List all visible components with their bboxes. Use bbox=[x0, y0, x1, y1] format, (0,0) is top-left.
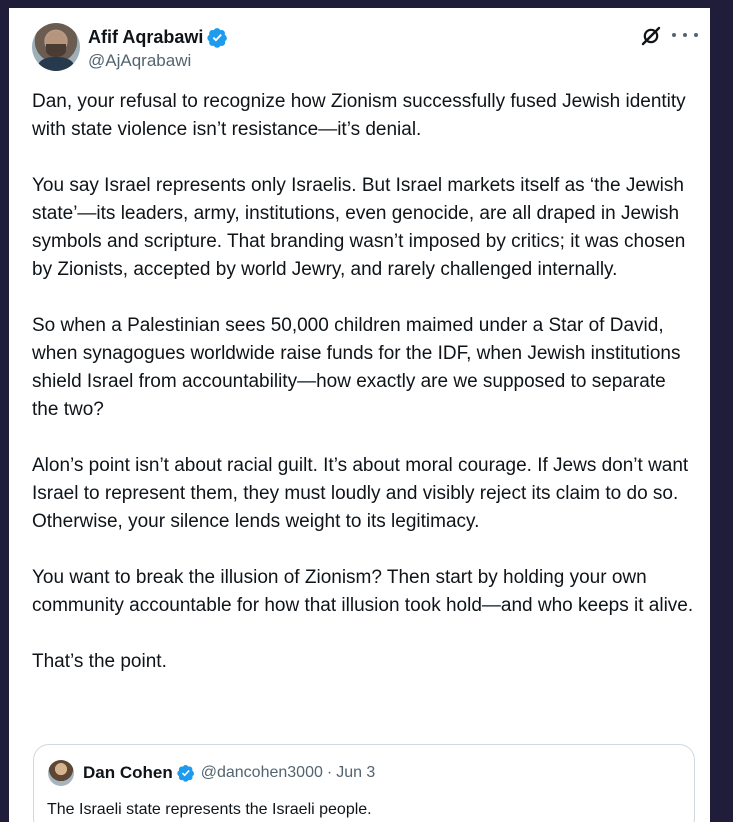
tweet-paragraph: That’s the point. bbox=[32, 651, 167, 672]
quoted-tweet-header: Dan Cohen @dancohen3000 · Jun 3 bbox=[83, 762, 375, 784]
grok-icon[interactable] bbox=[639, 24, 663, 48]
quoted-author-handle[interactable]: @dancohen3000 bbox=[201, 764, 323, 782]
tweet-paragraph: You want to break the illusion of Zionis… bbox=[32, 567, 694, 616]
tweet-paragraph: Dan, your refusal to recognize how Zioni… bbox=[32, 91, 686, 140]
tweet-card: Afif Aqrabawi @AjAqrabawi Dan, your refu… bbox=[9, 8, 710, 822]
quoted-author-avatar[interactable] bbox=[48, 760, 74, 786]
more-dot-icon bbox=[694, 33, 698, 37]
quoted-author-name[interactable]: Dan Cohen bbox=[83, 763, 173, 783]
quoted-verified-badge-icon bbox=[177, 764, 194, 782]
quoted-separator-dot: · bbox=[326, 764, 333, 781]
author-avatar[interactable] bbox=[32, 23, 80, 71]
avatar-beard bbox=[46, 44, 66, 57]
tweet-paragraph: So when a Palestinian sees 50,000 childr… bbox=[32, 315, 681, 420]
more-dot-icon bbox=[683, 33, 687, 37]
tweet-paragraph: You say Israel represents only Israelis.… bbox=[32, 175, 686, 280]
more-options-icon[interactable] bbox=[672, 25, 698, 45]
quoted-tweet-date[interactable]: Jun 3 bbox=[336, 764, 375, 782]
author-name-row: Afif Aqrabawi bbox=[88, 26, 228, 48]
quoted-tweet-card[interactable]: Dan Cohen @dancohen3000 · Jun 3 The Isra… bbox=[33, 744, 695, 822]
author-handle[interactable]: @AjAqrabawi bbox=[88, 51, 228, 71]
tweet-text: Dan, your refusal to recognize how Zioni… bbox=[32, 88, 697, 676]
verified-badge-icon bbox=[207, 27, 228, 48]
avatar-shirt bbox=[38, 57, 74, 71]
quoted-tweet-text: The Israeli state represents the Israeli… bbox=[47, 801, 372, 818]
author-display-name[interactable]: Afif Aqrabawi bbox=[88, 27, 203, 48]
tweet-paragraph: Alon’s point isn’t about racial guilt. I… bbox=[32, 455, 689, 532]
more-dot-icon bbox=[672, 33, 676, 37]
author-info: Afif Aqrabawi @AjAqrabawi bbox=[88, 26, 228, 71]
